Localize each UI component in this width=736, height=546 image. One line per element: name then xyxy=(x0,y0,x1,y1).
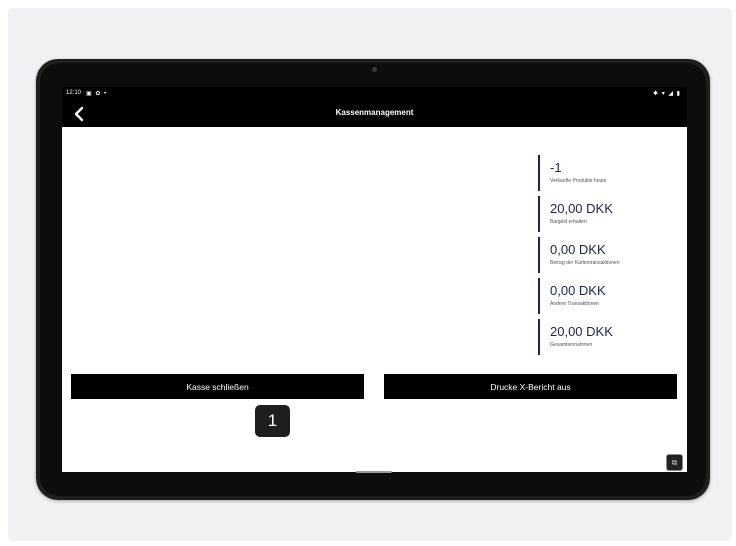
close-register-button[interactable]: Kasse schließen xyxy=(71,374,364,399)
stat-label: Gesamteinnahmen xyxy=(550,342,593,348)
stat-value: -1 xyxy=(550,160,562,175)
stat-value: 0,00 DKK xyxy=(550,242,606,257)
tablet-screen: 12:10 ▣ ✿ • ✱ ▾ ◢ ▮ Kassenmanagement -1 … xyxy=(62,87,687,472)
status-time: 12:10 xyxy=(66,90,82,96)
stat-label: Verkaufte Produkte heute xyxy=(550,178,607,184)
window-toggle-icon[interactable]: ⧉ xyxy=(666,454,683,471)
main-content: -1 Verkaufte Produkte heute 20,00 DKK Ba… xyxy=(62,127,687,472)
stat-value: 0,00 DKK xyxy=(550,283,606,298)
status-right-icons: ✱ ▾ ◢ ▮ xyxy=(653,91,681,97)
camera-icon xyxy=(372,67,377,72)
page-title: Kassenmanagement xyxy=(335,108,414,117)
stats-panel: -1 Verkaufte Produkte heute 20,00 DKK Ba… xyxy=(538,155,678,360)
stat-label: Betrag der Kartentransaktionen xyxy=(550,260,620,266)
status-bar: 12:10 ▣ ✿ • ✱ ▾ ◢ ▮ xyxy=(62,87,687,101)
stat-total-revenue: 20,00 DKK Gesamteinnahmen xyxy=(538,319,678,355)
stat-card-transactions: 0,00 DKK Betrag der Kartentransaktionen xyxy=(538,237,678,273)
status-left-icons: ▣ ✿ • xyxy=(86,91,108,97)
stat-label: Bargeld erhalten xyxy=(550,219,587,225)
stat-products-sold: -1 Verkaufte Produkte heute xyxy=(538,155,678,191)
app-bar: Kassenmanagement xyxy=(62,101,687,127)
stat-value: 20,00 DKK xyxy=(550,201,613,216)
print-x-report-button[interactable]: Drucke X-Bericht aus xyxy=(384,374,677,399)
stat-other-transactions: 0,00 DKK Andere Transaktionen xyxy=(538,278,678,314)
stat-value: 20,00 DKK xyxy=(550,324,613,339)
stat-label: Andere Transaktionen xyxy=(550,301,599,307)
step-number-badge: 1 xyxy=(255,405,290,437)
stat-cash-received: 20,00 DKK Bargeld erhalten xyxy=(538,196,678,232)
home-indicator[interactable] xyxy=(356,471,392,473)
